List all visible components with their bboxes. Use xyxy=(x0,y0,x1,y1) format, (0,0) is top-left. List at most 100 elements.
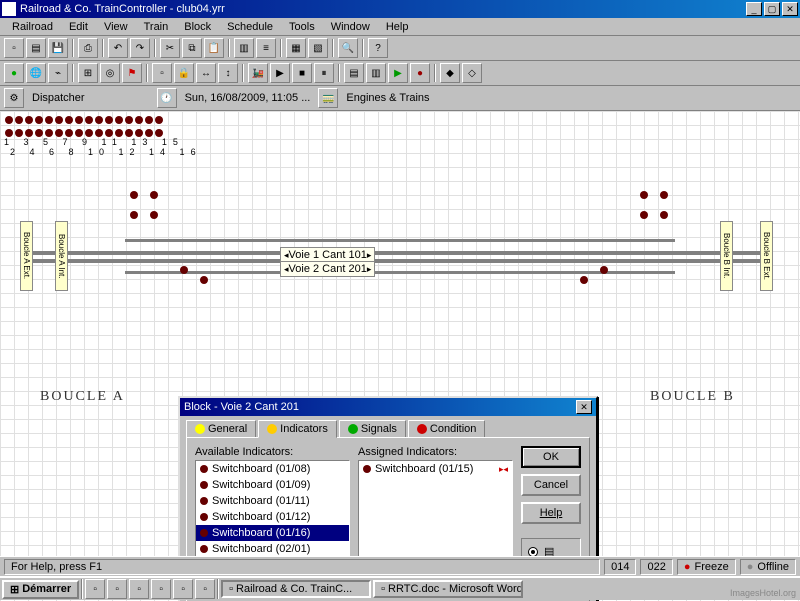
grid-icon[interactable]: ⊞ xyxy=(78,63,98,83)
misc1-icon[interactable]: ◆ xyxy=(440,63,460,83)
pause-icon[interactable]: ⏸ xyxy=(314,63,334,83)
start-button[interactable]: ⊞ Démarrer xyxy=(2,580,79,599)
block-voie2[interactable]: ◂ Voie 2 Cant 201 ▸ xyxy=(280,261,375,277)
list-icon[interactable]: ▥ xyxy=(234,38,254,58)
menu-view[interactable]: View xyxy=(96,19,136,35)
print-icon[interactable]: ⎙ xyxy=(78,38,98,58)
switchboard-canvas[interactable]: 1 3 5 7 9 11 13 15 2 4 6 8 10 12 14 16 B… xyxy=(0,111,800,601)
train-icon[interactable]: 🚂 xyxy=(248,63,268,83)
tool2-icon[interactable]: ▧ xyxy=(308,38,328,58)
dialog-title: Block - Voie 2 Cant 201 xyxy=(184,401,576,413)
block-boucle-b-ext[interactable]: Boucle B Ext. xyxy=(760,221,773,291)
toolbar-secondary: ● 🌐 ⌁ ⊞ ◎ ⚑ ▫ 🔒 ↔ ↕ 🚂 ▶ ■ ⏸ ▤ ▥ ▶ ● ◆ ◇ xyxy=(0,61,800,86)
quick5-icon[interactable]: ▫ xyxy=(173,579,193,599)
boucle-a-label: BOUCLE A xyxy=(40,389,125,405)
dialog-titlebar[interactable]: Block - Voie 2 Cant 201 ✕ xyxy=(180,398,596,416)
quick4-icon[interactable]: ▫ xyxy=(151,579,171,599)
go-icon[interactable]: ▶ xyxy=(270,63,290,83)
cancel-button[interactable]: Cancel xyxy=(521,474,581,496)
menu-help[interactable]: Help xyxy=(378,19,417,35)
radio-detail[interactable] xyxy=(528,547,538,557)
menu-train[interactable]: Train xyxy=(136,19,177,35)
new-icon[interactable]: ▫ xyxy=(4,38,24,58)
menu-tools[interactable]: Tools xyxy=(281,19,323,35)
sched2-icon[interactable]: ▥ xyxy=(366,63,386,83)
app-icon xyxy=(2,2,16,16)
tab-condition[interactable]: Condition xyxy=(408,420,485,437)
copy-icon[interactable]: ⧉ xyxy=(182,38,202,58)
quick1-icon[interactable]: ▫ xyxy=(85,579,105,599)
block-boucle-b-int[interactable]: Boucle B Int. xyxy=(720,221,733,291)
available-item[interactable]: Switchboard (01/16) xyxy=(196,525,349,541)
route2-icon[interactable]: ↕ xyxy=(218,63,238,83)
quick2-icon[interactable]: ▫ xyxy=(107,579,127,599)
tab-signals[interactable]: Signals xyxy=(339,420,406,437)
undo-icon[interactable]: ↶ xyxy=(108,38,128,58)
ok-button[interactable]: OK xyxy=(521,446,581,468)
task-traincontroller[interactable]: ▫Railroad & Co. TrainC... xyxy=(221,580,371,598)
status-coord1: 014 xyxy=(604,559,636,575)
stop-icon[interactable]: ■ xyxy=(292,63,312,83)
boucle-b-label: BOUCLE B xyxy=(650,389,735,405)
titlebar: Railroad & Co. TrainController - club04.… xyxy=(0,0,800,18)
lock-icon[interactable]: 🔒 xyxy=(174,63,194,83)
assigned-label: Assigned Indicators: xyxy=(358,446,513,458)
status-freeze[interactable]: ●Freeze xyxy=(677,559,736,575)
menu-window[interactable]: Window xyxy=(323,19,378,35)
task-word[interactable]: ▫RRTC.doc - Microsoft Word xyxy=(373,580,523,598)
signal-icon[interactable]: ● xyxy=(4,63,24,83)
clock-icon[interactable]: 🕐 xyxy=(157,88,177,108)
block-boucle-a-int[interactable]: Boucle A Int. xyxy=(55,221,68,291)
menubar: Railroad Edit View Train Block Schedule … xyxy=(0,18,800,36)
taskbar: ⊞ Démarrer ▫ ▫ ▫ ▫ ▫ ▫ ▫Railroad & Co. T… xyxy=(0,576,800,600)
cut-icon[interactable]: ✂ xyxy=(160,38,180,58)
datetime-label: Sun, 16/08/2009, 11:05 ... xyxy=(181,92,315,104)
save-icon[interactable]: 💾 xyxy=(48,38,68,58)
sched-icon[interactable]: ▤ xyxy=(344,63,364,83)
statusbar: For Help, press F1 014 022 ●Freeze ●Offl… xyxy=(0,556,800,576)
tool1-icon[interactable]: ▦ xyxy=(286,38,306,58)
redo-icon[interactable]: ↷ xyxy=(130,38,150,58)
assigned-item[interactable]: Switchboard (01/15)▸◂ xyxy=(359,461,512,477)
quick6-icon[interactable]: ▫ xyxy=(195,579,215,599)
quick3-icon[interactable]: ▫ xyxy=(129,579,149,599)
menu-schedule[interactable]: Schedule xyxy=(219,19,281,35)
switch-icon[interactable]: ⌁ xyxy=(48,63,68,83)
menu-block[interactable]: Block xyxy=(176,19,219,35)
globe-icon[interactable]: 🌐 xyxy=(26,63,46,83)
indicator-nums-even: 2 4 6 8 10 12 14 16 xyxy=(10,147,202,157)
close-button[interactable]: ✕ xyxy=(782,2,798,16)
menu-edit[interactable]: Edit xyxy=(61,19,96,35)
dialog-close-button[interactable]: ✕ xyxy=(576,400,592,414)
available-item[interactable]: Switchboard (01/12) xyxy=(196,509,349,525)
minimize-button[interactable]: _ xyxy=(746,2,762,16)
search-icon[interactable]: 🔍 xyxy=(338,38,358,58)
dispatcher-icon[interactable]: ⚙ xyxy=(4,88,24,108)
tab-indicators[interactable]: Indicators xyxy=(258,420,337,438)
watermark: ImagesHotel.org xyxy=(730,588,796,598)
tab-general[interactable]: General xyxy=(186,420,256,437)
available-item[interactable]: Switchboard (01/09) xyxy=(196,477,349,493)
engines-icon[interactable]: 🚃 xyxy=(318,88,338,108)
help-icon[interactable]: ? xyxy=(368,38,388,58)
indicator-nums-odd: 1 3 5 7 9 11 13 15 xyxy=(4,137,184,147)
open-icon[interactable]: ▤ xyxy=(26,38,46,58)
props-icon[interactable]: ≡ xyxy=(256,38,276,58)
route1-icon[interactable]: ↔ xyxy=(196,63,216,83)
dispatcher-label: Dispatcher xyxy=(28,92,89,104)
paste-icon[interactable]: 📋 xyxy=(204,38,224,58)
misc2-icon[interactable]: ◇ xyxy=(462,63,482,83)
help-button[interactable]: Help xyxy=(521,502,581,524)
doc-icon[interactable]: ▫ xyxy=(152,63,172,83)
available-item[interactable]: Switchboard (01/08) xyxy=(196,461,349,477)
menu-railroad[interactable]: Railroad xyxy=(4,19,61,35)
block-boucle-a-ext[interactable]: Boucle A Ext. xyxy=(20,221,33,291)
target-icon[interactable]: ◎ xyxy=(100,63,120,83)
play-icon[interactable]: ▶ xyxy=(388,63,408,83)
available-item[interactable]: Switchboard (02/01) xyxy=(196,541,349,557)
flag-red-icon[interactable]: ⚑ xyxy=(122,63,142,83)
rec-icon[interactable]: ● xyxy=(410,63,430,83)
status-offline[interactable]: ●Offline xyxy=(740,559,796,575)
available-item[interactable]: Switchboard (01/11) xyxy=(196,493,349,509)
maximize-button[interactable]: ▢ xyxy=(764,2,780,16)
